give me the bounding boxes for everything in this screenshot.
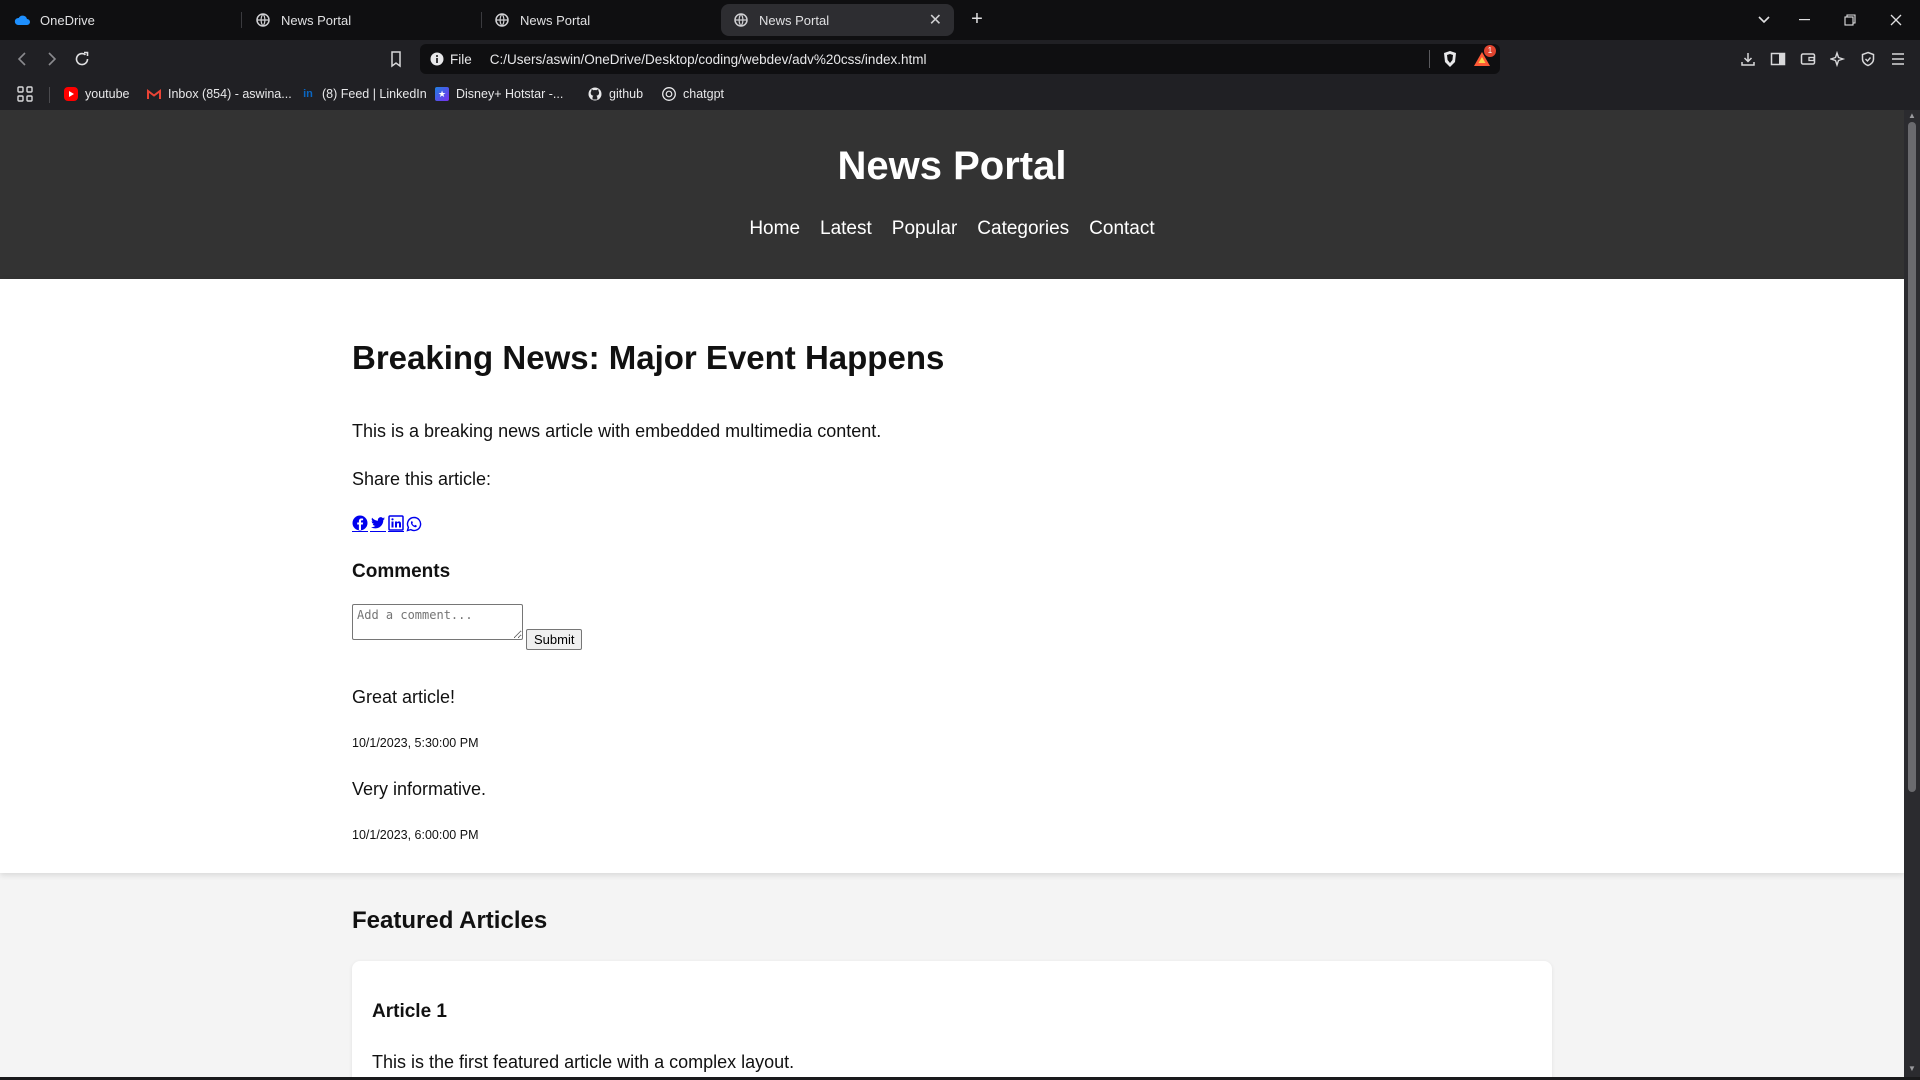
close-window-icon[interactable] bbox=[1884, 8, 1908, 32]
bookmark-label: Inbox (854) - aswina... bbox=[168, 87, 292, 101]
article-lead: This is a breaking news article with emb… bbox=[352, 421, 882, 441]
comment-timestamp: 10/1/2023, 5:30:00 PM bbox=[352, 736, 479, 750]
browser-toolbar: File C:/Users/aswin/OneDrive/Desktop/cod… bbox=[0, 40, 1920, 78]
comment-text: Great article! bbox=[352, 687, 456, 707]
apps-grid-icon[interactable] bbox=[16, 86, 34, 102]
rewards-triangle-icon[interactable]: 1 bbox=[1472, 45, 1496, 69]
globe-icon bbox=[255, 12, 271, 28]
nav-home[interactable]: Home bbox=[749, 218, 800, 240]
linkedin-icon: in bbox=[303, 88, 313, 100]
bookmark-label: youtube bbox=[85, 87, 130, 101]
site-header: News Portal Home Latest Popular Categori… bbox=[0, 110, 1904, 279]
linkedin-icon[interactable] bbox=[388, 515, 404, 532]
vpn-shield-icon[interactable] bbox=[1858, 49, 1878, 69]
scrollbar-thumb[interactable] bbox=[1908, 122, 1916, 792]
onedrive-icon bbox=[14, 12, 30, 28]
share-label: Share this article: bbox=[352, 469, 492, 489]
close-icon[interactable]: ✕ bbox=[929, 10, 942, 30]
wallet-icon[interactable] bbox=[1798, 49, 1818, 69]
bookmark-label: github bbox=[609, 87, 644, 101]
url-text[interactable]: C:/Users/aswin/OneDrive/Desktop/coding/w… bbox=[490, 52, 1429, 67]
bookmark-label: (8) Feed | LinkedIn bbox=[322, 87, 427, 101]
bookmark-label: chatgpt bbox=[683, 87, 725, 101]
facebook-icon[interactable] bbox=[352, 515, 368, 532]
tab-title: News Portal bbox=[520, 12, 591, 28]
gmail-icon bbox=[147, 87, 161, 101]
submit-button[interactable]: Submit bbox=[526, 629, 583, 650]
comment-timestamp: 10/1/2023, 6:00:00 PM bbox=[352, 828, 479, 842]
forward-arrow-icon[interactable] bbox=[40, 47, 64, 71]
comment-input[interactable] bbox=[352, 604, 523, 640]
globe-icon bbox=[494, 12, 510, 28]
tab-list-chevron-down-icon[interactable] bbox=[1752, 8, 1776, 32]
tab-title: News Portal bbox=[281, 12, 352, 28]
github-icon bbox=[588, 87, 602, 101]
article-section: Breaking News: Major Event Happens This … bbox=[0, 279, 1904, 873]
new-tab-button[interactable]: + bbox=[965, 8, 989, 32]
nav-contact[interactable]: Contact bbox=[1089, 218, 1154, 240]
bookmarks-bar: youtube Inbox (854) - aswina... in (8) F… bbox=[0, 78, 1920, 110]
rewards-badge: 1 bbox=[1484, 45, 1496, 57]
tab-strip: OneDrive News Portal News Portal News Po… bbox=[0, 0, 1920, 40]
comments-heading: Comments bbox=[352, 561, 451, 582]
bookmarks-divider bbox=[49, 87, 50, 103]
bookmark-gmail[interactable]: Inbox (854) - aswina... bbox=[147, 86, 292, 102]
leo-ai-sparkle-icon[interactable] bbox=[1828, 49, 1848, 69]
nav-popular[interactable]: Popular bbox=[892, 218, 958, 240]
brave-shield-icon[interactable] bbox=[1440, 49, 1460, 69]
featured-heading: Featured Articles bbox=[352, 907, 548, 934]
tab-onedrive[interactable]: OneDrive bbox=[2, 4, 235, 36]
featured-article-card[interactable]: Article 1 This is the first featured art… bbox=[352, 961, 1552, 1077]
twitter-icon[interactable] bbox=[370, 515, 386, 532]
share-icons bbox=[352, 515, 422, 532]
minimize-icon[interactable] bbox=[1793, 8, 1817, 32]
site-title: News Portal bbox=[837, 144, 1067, 188]
tab-news-portal-1[interactable]: News Portal bbox=[243, 4, 476, 36]
bookmark-label: Disney+ Hotstar -... bbox=[456, 87, 564, 101]
hotstar-icon: ★ bbox=[435, 87, 449, 101]
tab-title: News Portal bbox=[759, 12, 830, 28]
menu-icon[interactable] bbox=[1888, 49, 1908, 69]
url-divider bbox=[1429, 50, 1430, 68]
tab-news-portal-active[interactable]: News Portal ✕ bbox=[721, 4, 954, 36]
url-scheme: File bbox=[450, 51, 472, 67]
bookmark-chatgpt[interactable]: chatgpt bbox=[662, 86, 724, 102]
bookmark-github[interactable]: github bbox=[588, 86, 643, 102]
featured-article-summary: This is the first featured article with … bbox=[372, 1052, 795, 1072]
restore-icon[interactable] bbox=[1838, 8, 1862, 32]
nav-categories[interactable]: Categories bbox=[977, 218, 1069, 240]
download-icon[interactable] bbox=[1738, 49, 1758, 69]
page-scrollbar[interactable]: ▲ ▼ bbox=[1904, 110, 1920, 1077]
reload-icon[interactable] bbox=[70, 47, 94, 71]
globe-icon bbox=[733, 12, 749, 28]
bookmark-hotstar[interactable]: ★ Disney+ Hotstar -... bbox=[435, 86, 563, 102]
whatsapp-icon[interactable] bbox=[406, 516, 422, 532]
comment-text: Very informative. bbox=[352, 779, 487, 799]
back-arrow-icon[interactable] bbox=[10, 47, 34, 71]
youtube-icon bbox=[64, 87, 78, 101]
bookmark-icon[interactable] bbox=[386, 49, 406, 69]
tab-news-portal-2[interactable]: News Portal bbox=[482, 4, 715, 36]
info-icon[interactable] bbox=[430, 52, 444, 66]
scroll-down-icon[interactable]: ▼ bbox=[1908, 1065, 1916, 1073]
article-headline: Breaking News: Major Event Happens bbox=[352, 339, 945, 376]
bookmark-youtube[interactable]: youtube bbox=[64, 86, 129, 102]
scroll-up-icon[interactable]: ▲ bbox=[1908, 112, 1916, 120]
featured-article-title: Article 1 bbox=[372, 1001, 447, 1022]
nav-latest[interactable]: Latest bbox=[820, 218, 872, 240]
site-nav: Home Latest Popular Categories Contact bbox=[0, 218, 1904, 240]
bookmark-linkedin[interactable]: in (8) Feed | LinkedIn bbox=[301, 86, 427, 102]
address-bar[interactable]: File C:/Users/aswin/OneDrive/Desktop/cod… bbox=[420, 44, 1500, 74]
sidebar-icon[interactable] bbox=[1768, 49, 1788, 69]
chatgpt-icon bbox=[662, 87, 676, 101]
page-viewport: News Portal Home Latest Popular Categori… bbox=[0, 110, 1904, 1077]
tab-title: OneDrive bbox=[40, 12, 95, 28]
tab-divider bbox=[241, 12, 242, 28]
